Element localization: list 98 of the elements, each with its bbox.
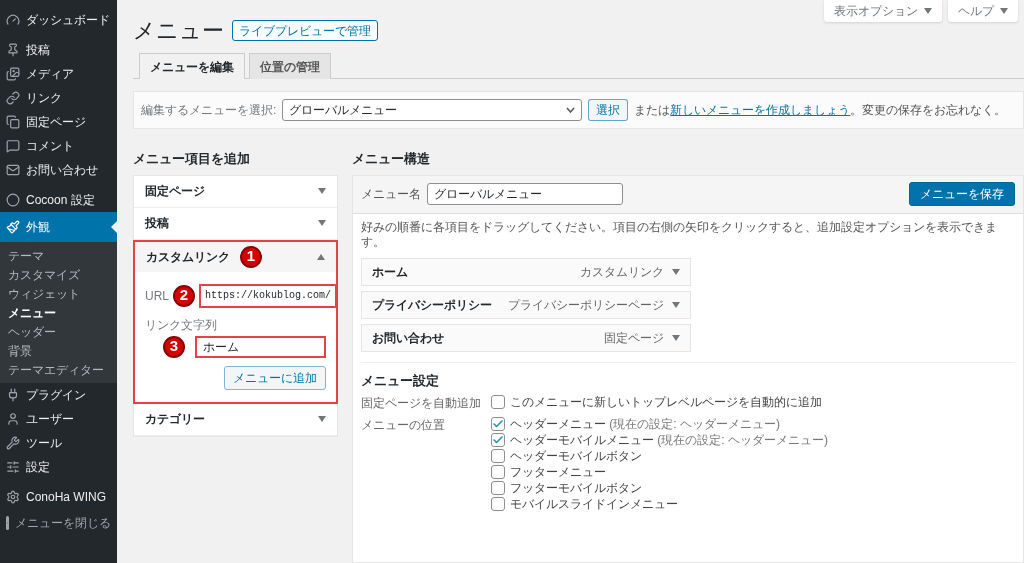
checkbox-label: このメニューに新しいトップレベルページを自動的に追加 [510,394,822,410]
submenu-item[interactable]: テーマエディター [0,360,117,379]
checkbox[interactable] [491,417,505,431]
sidebar-item[interactable]: リンク [0,86,117,110]
menu-name-field[interactable]: グローバルメニュー [427,183,623,205]
sidebar-item[interactable]: プラグイン [0,383,117,407]
user-icon [6,412,20,426]
accordion-header[interactable]: 投稿 [134,207,337,239]
collapse-arrow-icon[interactable] [317,253,325,260]
callout-number: 1 [240,245,262,268]
pages-icon [6,115,20,129]
dashboard-icon [6,13,20,27]
setting-label: 固定ページを自動追加 [361,395,482,412]
sidebar-item[interactable]: 投稿 [0,38,117,62]
media-icon [6,67,20,81]
checkbox[interactable] [491,395,505,409]
checkbox-label: ヘッダーメニュー (現在の設定: ヘッダーメニュー) [510,416,780,432]
page-title: メニュー [133,17,224,45]
brush-icon [6,220,20,234]
checkbox-label: ヘッダーモバイルボタン [510,448,642,464]
sidebar-item[interactable]: メディア [0,62,117,86]
checkbox[interactable] [491,497,505,511]
menu-item-bar[interactable]: お問い合わせ 固定ページ [361,323,691,352]
callout-number: 3 [163,335,185,358]
submenu-item[interactable]: ウィジェット [0,284,117,303]
expand-arrow-icon[interactable] [672,334,680,341]
settings-heading: メニュー設定 [361,371,440,390]
sidebar-item[interactable]: ConoHa WING [0,485,117,509]
accordion-header[interactable]: 固定ページ [134,175,337,207]
checkbox-label: フッターモバイルボタン [510,480,642,496]
circle-icon [6,193,20,207]
section-heading: メニュー構造 [352,150,431,168]
checkbox-label: モバイルスライドインメニュー [510,496,678,512]
checkbox[interactable] [491,465,505,479]
submenu-item[interactable]: 背景 [0,341,117,360]
link-icon [6,91,20,105]
url-label: URL [145,287,169,305]
menu-dropdown[interactable]: グローバルメニュー [282,99,583,121]
accordion-header[interactable]: カテゴリー [134,403,337,435]
sidebar-item[interactable]: ツール [0,431,117,455]
mail-icon [6,163,20,177]
tab[interactable]: メニューを編集 [139,53,245,79]
checkbox[interactable] [491,481,505,495]
expand-arrow-icon[interactable] [1000,8,1008,14]
top-toggle-button[interactable]: ヘルプ [948,0,1018,22]
menu-name-label: メニュー名 [361,186,421,203]
section-heading: メニュー項目を追加 [133,150,251,168]
select-label: 編集するメニューを選択: [141,102,277,119]
submenu-item[interactable]: テーマ [0,246,117,265]
sidebar-item[interactable]: Cocoon 設定 [0,188,117,212]
checkbox[interactable] [491,433,505,447]
live-preview-button[interactable]: ライブプレビューで管理 [232,20,378,41]
sidebar-item[interactable]: ユーザー [0,407,117,431]
submenu-item[interactable]: カスタマイズ [0,265,117,284]
drag-instructions: 好みの順番に各項目をドラッグしてください。項目の右側の矢印をクリックすると、追加設定オプションを表示できます。 [361,219,998,250]
sidebar-item[interactable]: 設定 [0,455,117,479]
expand-arrow-icon[interactable] [318,416,326,422]
save-menu-button[interactable]: メニューを保存 [909,182,1015,206]
checkbox[interactable] [491,449,505,463]
collapse-menu-button[interactable]: メニューを閉じる [0,513,117,533]
add-to-menu-button[interactable]: メニューに追加 [224,365,326,390]
check-icon [492,434,504,446]
expand-arrow-icon[interactable] [924,8,932,14]
submenu-item[interactable]: ヘッダー [0,322,117,341]
accordion-header[interactable]: カスタムリンク 1 [135,241,336,272]
sidebar-item[interactable]: 固定ページ [0,110,117,134]
setting-label: メニューの位置 [361,417,446,434]
menu-item-bar[interactable]: プライバシーポリシー プライバシーポリシーページ [361,290,691,319]
url-field[interactable]: https://kokublog.com/ [199,283,338,308]
submenu-item[interactable]: メニュー [0,303,117,322]
sliders-icon [6,460,20,474]
sidebar-item[interactable]: 外観 [0,212,117,242]
checkbox-label: フッターメニュー [510,464,606,480]
current-pointer-icon [111,221,117,233]
create-menu-note: または新しいメニューを作成しましょう。変更の保存をお忘れなく。 [634,102,1007,119]
menu-item-bar[interactable]: ホーム カスタムリンク [361,257,691,286]
expand-arrow-icon[interactable] [318,188,326,194]
link-text-label: リンク文字列 [145,316,218,334]
expand-arrow-icon[interactable] [672,268,680,275]
top-toggle-button[interactable]: 表示オプション [824,0,942,22]
settings-icon [6,490,20,504]
sidebar-item[interactable]: ダッシュボード [0,8,117,32]
sidebar-item[interactable]: コメント [0,134,117,158]
expand-arrow-icon[interactable] [318,220,326,226]
comment-icon [6,139,20,153]
tab[interactable]: 位置の管理 [249,53,331,79]
link-text-field[interactable]: ホーム [195,335,326,358]
select-button[interactable]: 選択 [588,99,629,121]
wrench-icon [6,436,20,450]
expand-arrow-icon[interactable] [672,301,680,308]
sidebar-item[interactable]: お問い合わせ [0,158,117,182]
check-icon [492,418,504,430]
pin-icon [6,43,20,57]
checkbox-label: ヘッダーモバイルメニュー (現在の設定: ヘッダーメニュー) [510,432,828,448]
create-menu-link[interactable]: 新しいメニューを作成しましょう [670,103,851,117]
callout-number: 2 [173,284,195,307]
plug-icon [6,388,20,402]
chevron-down-icon [566,107,576,113]
